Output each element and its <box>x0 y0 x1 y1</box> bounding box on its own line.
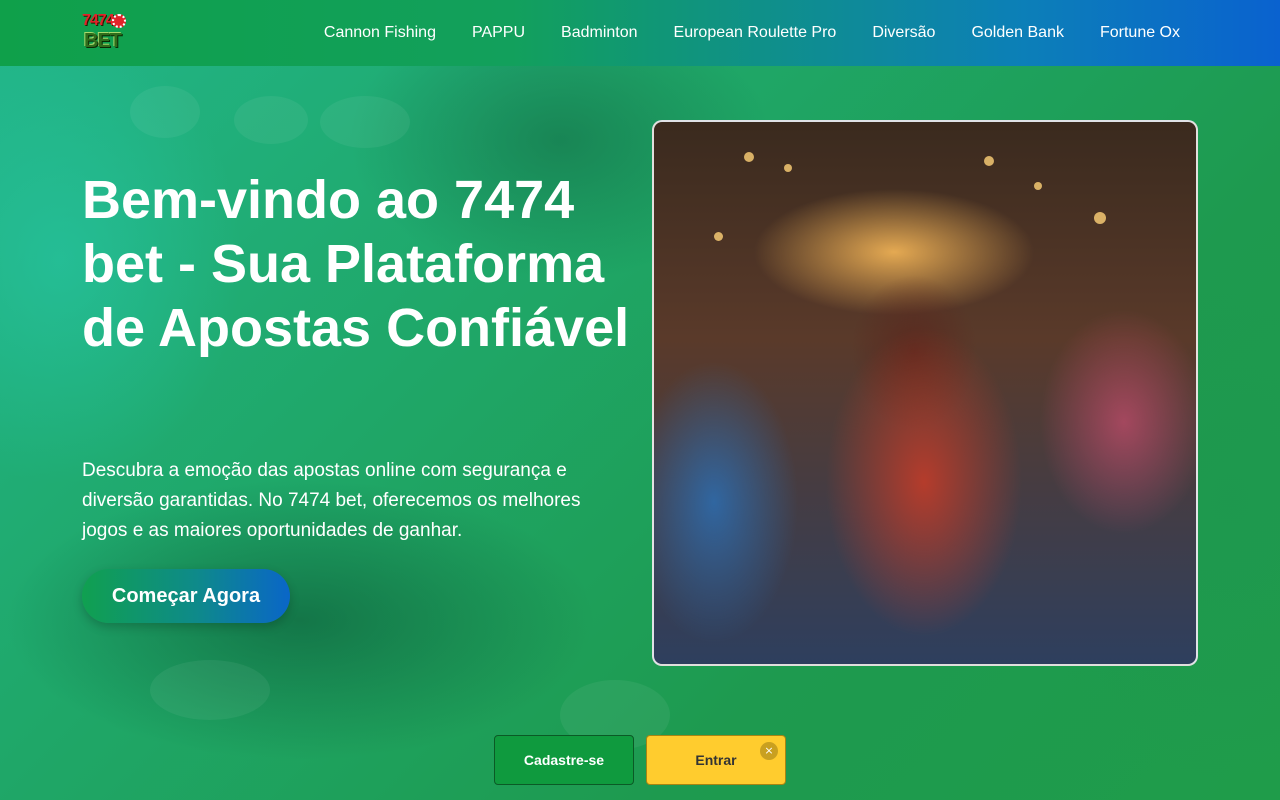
image-light <box>744 152 754 162</box>
image-light <box>784 164 792 172</box>
image-light <box>1034 182 1042 190</box>
nav-link-fortune-ox[interactable]: Fortune Ox <box>1100 24 1180 42</box>
nav-link-pappu[interactable]: PAPPU <box>472 24 525 42</box>
main-nav: Cannon Fishing PAPPU Badminton European … <box>324 0 1180 66</box>
register-button[interactable]: Cadastre-se <box>494 735 634 785</box>
close-icon[interactable]: × <box>760 742 778 760</box>
background-decoration <box>130 86 200 138</box>
site-logo[interactable]: 7474 BET <box>82 12 130 54</box>
poker-chip-icon <box>112 14 126 28</box>
logo-text-bottom: BET <box>84 30 122 52</box>
background-decoration <box>150 660 270 720</box>
hero-casino-image <box>652 120 1198 666</box>
logo-text-top: 7474 <box>82 12 115 29</box>
nav-link-badminton[interactable]: Badminton <box>561 24 638 42</box>
background-decoration <box>320 96 410 148</box>
hero-title: Bem-vindo ao 7474 bet - Sua Plataforma d… <box>82 170 630 358</box>
site-header: 7474 BET Cannon Fishing PAPPU Badminton … <box>0 0 1280 66</box>
nav-link-cannon-fishing[interactable]: Cannon Fishing <box>324 24 436 42</box>
nav-link-diversao[interactable]: Diversão <box>872 24 935 42</box>
background-decoration <box>234 96 308 144</box>
image-light <box>984 156 994 166</box>
image-light <box>1094 212 1106 224</box>
start-now-button[interactable]: Começar Agora <box>82 569 290 623</box>
nav-link-european-roulette-pro[interactable]: European Roulette Pro <box>674 24 837 42</box>
image-light <box>714 232 723 241</box>
hero-description: Descubra a emoção das apostas online com… <box>82 460 581 541</box>
nav-link-golden-bank[interactable]: Golden Bank <box>971 24 1064 42</box>
